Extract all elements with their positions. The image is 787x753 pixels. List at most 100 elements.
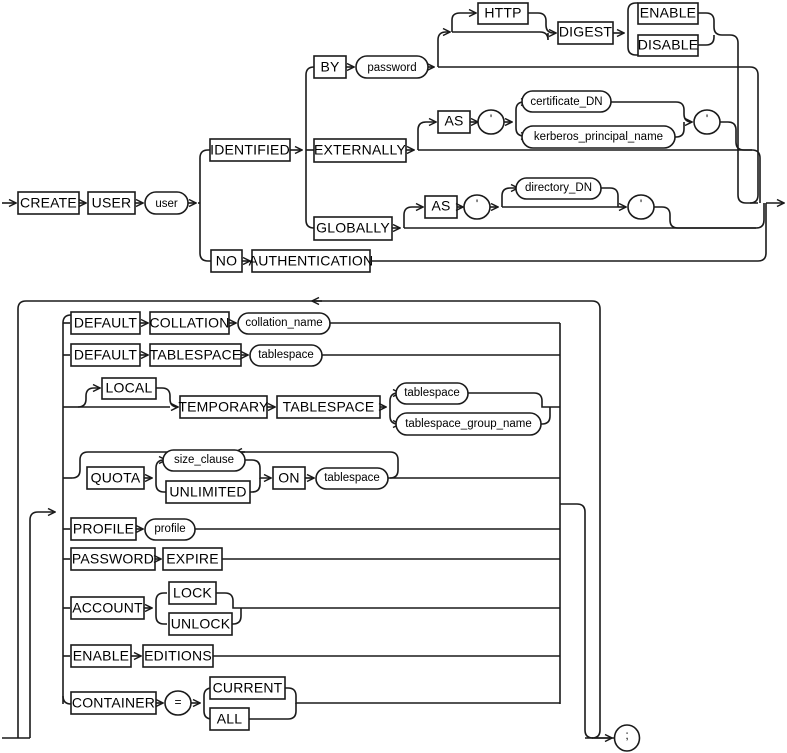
as-externally-label: AS (444, 113, 463, 129)
top-exit-connector (737, 194, 784, 205)
identified-options-fan (305, 66, 315, 229)
keyword-externally: EXTERNALLY (313, 138, 407, 163)
keyword-editions: EDITIONS (142, 644, 214, 668)
quote-open-globally: ' (463, 194, 491, 220)
keyword-collation: COLLATION (149, 311, 230, 335)
quote-open-externally: ' (477, 109, 505, 135)
create-label: CREATE (20, 195, 77, 211)
nonterminal-password: password (355, 55, 429, 79)
nonterminal-tablespace-3: tablespace (315, 467, 389, 490)
keyword-quota: QUOTA (86, 466, 145, 490)
nonterminal-kerberos-principal-name: kerberos_principal_name (521, 125, 676, 149)
keyword-disable-http: DISABLE (637, 34, 699, 57)
nonterminal-user: user (144, 191, 189, 215)
keyword-all: ALL (209, 707, 250, 731)
user-keyword-label: USER (92, 195, 132, 211)
quota-label: QUOTA (91, 470, 141, 486)
keyword-expire: EXPIRE (162, 547, 223, 571)
keyword-http: HTTP (477, 2, 529, 25)
identified-label: IDENTIFIED (210, 142, 290, 158)
account-label: ACCOUNT (72, 600, 143, 616)
globally-label: GLOBALLY (316, 220, 390, 236)
collation-label: COLLATION (149, 315, 229, 331)
as-globally-label: AS (431, 198, 450, 214)
keyword-create: CREATE (17, 191, 80, 215)
keyword-by: BY (313, 55, 347, 79)
equals-operator: = (164, 690, 192, 716)
nonterminal-tablespace-2: tablespace (395, 382, 469, 405)
tablespace-2-label: tablespace (404, 387, 460, 399)
temporary-label: TEMPORARY (178, 399, 269, 415)
tablespace-3-label: tablespace (324, 472, 380, 484)
keyword-tablespace-2: TABLESPACE (276, 395, 381, 419)
quote-close-globally-label: ' (640, 197, 642, 211)
option-row-quota: QUOTA size_clause UNLIMITED ON tablespac… (63, 449, 560, 504)
quote-close-externally: ' (693, 109, 721, 135)
option-row-container: CONTAINER = CURRENT ALL (62, 676, 560, 731)
enable-http-label: ENABLE (640, 5, 696, 21)
option-row-default-tablespace: DEFAULT TABLESPACE tablespace (63, 343, 560, 367)
keyword-globally: GLOBALLY (313, 216, 393, 241)
keyword-local: LOCAL (101, 377, 157, 400)
keyword-enable: ENABLE (70, 644, 132, 668)
keyword-password: PASSWORD (70, 547, 156, 571)
unlock-label: UNLOCK (171, 616, 231, 632)
keyword-as-externally: AS (437, 110, 471, 134)
keyword-user: USER (87, 191, 136, 215)
password-keyword-label: PASSWORD (72, 551, 154, 567)
profile-nonterminal-label: profile (154, 523, 185, 535)
nonterminal-profile: profile (144, 518, 196, 541)
user-nonterminal-label: user (155, 198, 178, 210)
keyword-enable-http: ENABLE (637, 2, 699, 25)
keyword-no: NO (210, 249, 243, 273)
option-row-enable-editions: ENABLE EDITIONS (63, 644, 560, 668)
local-label: LOCAL (106, 380, 153, 396)
nonterminal-size-clause: size_clause (162, 449, 246, 472)
option-row-profile: PROFILE profile (63, 517, 560, 541)
identified-branch-split (198, 149, 211, 262)
keyword-lock: LOCK (168, 581, 217, 605)
nonterminal-collation-name: collation_name (237, 312, 331, 335)
nonterminal-directory-dn: directory_DN (515, 177, 602, 200)
keyword-as-globally: AS (424, 195, 458, 219)
keyword-temporary: TEMPORARY (178, 395, 269, 419)
tablespace-keyword-1-label: TABLESPACE (150, 347, 242, 363)
semicolon-label: ; (625, 728, 628, 742)
editions-label: EDITIONS (144, 648, 212, 664)
option-row-password-expire: PASSWORD EXPIRE (63, 547, 560, 571)
keyword-default-collation: DEFAULT (70, 311, 141, 335)
directory-dn-label: directory_DN (525, 182, 592, 194)
quote-close-globally: ' (627, 194, 655, 220)
http-state-join (698, 12, 739, 195)
option-row-default-collation: DEFAULT COLLATION collation_name (63, 311, 560, 335)
disable-http-label: DISABLE (638, 37, 699, 53)
http-label: HTTP (484, 5, 521, 21)
enable-label: ENABLE (73, 648, 129, 664)
current-label: CURRENT (213, 680, 283, 696)
nonterminal-tablespace-group-name: tablespace_group_name (395, 412, 542, 436)
lock-label: LOCK (173, 585, 212, 601)
quote-open-globally-label: ' (476, 197, 478, 211)
keyword-authentication: AUTHENTICATION (249, 249, 374, 273)
option-row-temporary-tablespace: LOCAL TEMPORARY TABLESPACE tablespace ta… (63, 377, 560, 436)
authentication-label: AUTHENTICATION (249, 253, 374, 269)
keyword-profile: PROFILE (70, 517, 137, 541)
keyword-unlimited: UNLIMITED (165, 480, 251, 504)
tablespace-keyword-2-label: TABLESPACE (283, 399, 375, 415)
nonterminal-tablespace-1: tablespace (249, 344, 323, 367)
externally-label: EXTERNALLY (314, 142, 406, 158)
size-clause-label: size_clause (174, 454, 234, 466)
keyword-digest: DIGEST (557, 21, 614, 45)
globally-as-optional-branch (403, 205, 765, 229)
keyword-identified: IDENTIFIED (209, 138, 291, 162)
keyword-account: ACCOUNT (70, 596, 145, 620)
on-label: ON (278, 470, 299, 486)
http-digest-state-fan (627, 2, 638, 56)
tablespace-group-name-label: tablespace_group_name (405, 418, 532, 430)
syntax-diagram-page: CREATE USER user IDENTIFIED BY password … (0, 0, 787, 753)
statement-terminator: ; (613, 724, 641, 752)
equals-label: = (174, 695, 181, 709)
keyword-unlock: UNLOCK (168, 612, 233, 636)
password-label: password (367, 62, 416, 74)
option-row-account: ACCOUNT LOCK UNLOCK (63, 581, 560, 636)
